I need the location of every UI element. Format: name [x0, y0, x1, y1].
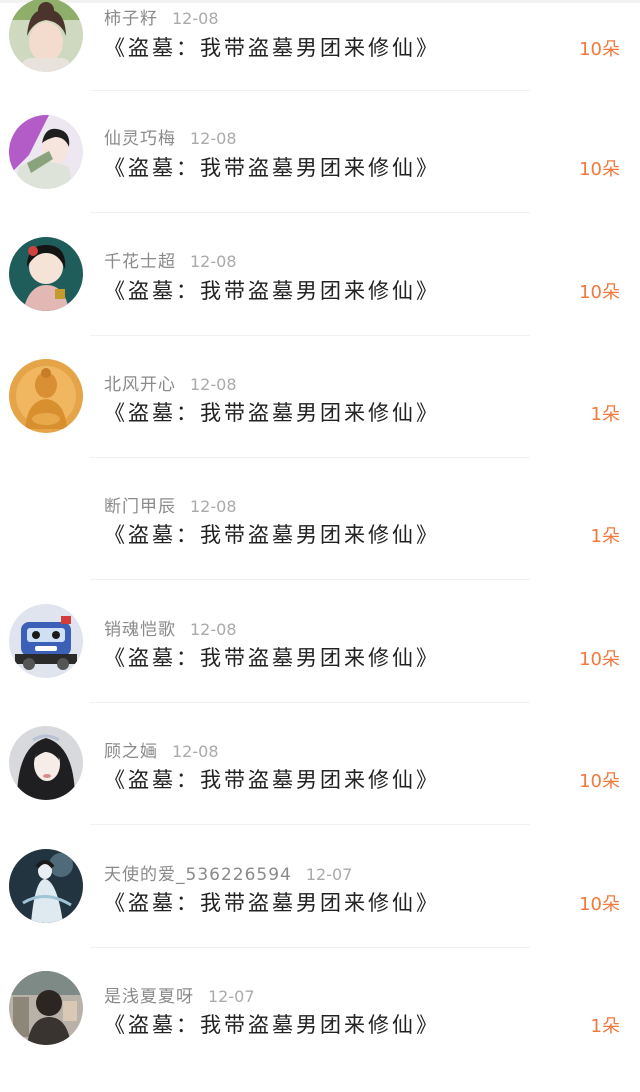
fairy-figure-icon [9, 849, 83, 923]
meta: 断门甲辰 12-08 [104, 492, 237, 517]
avatar[interactable] [9, 237, 83, 311]
date: 12-08 [172, 742, 219, 761]
meta: 顾之婳 12-08 [104, 737, 219, 762]
costume-woman-icon [9, 726, 83, 800]
divider [90, 579, 530, 580]
divider [90, 90, 530, 91]
avatar[interactable] [9, 359, 83, 433]
blank-avatar-icon [9, 481, 83, 555]
date: 12-08 [190, 375, 237, 394]
book-title[interactable]: 《盗墓：我带盗墓男团来修仙》 [104, 152, 440, 182]
gift-amount: 10朵 [579, 649, 620, 670]
divider [90, 824, 530, 825]
username[interactable]: 断门甲辰 [104, 497, 176, 517]
list-item[interactable]: 仙灵巧梅 12-08 《盗墓：我带盗墓男团来修仙》 10朵 [0, 113, 640, 235]
illustrated-woman-icon [9, 237, 83, 311]
username[interactable]: 是浅夏夏呀 [104, 987, 194, 1007]
list-item[interactable]: 柿子籽 12-08 《盗墓：我带盗墓男团来修仙》 10朵 [0, 0, 640, 113]
list-item[interactable]: 千花士超 12-08 《盗墓：我带盗墓男团来修仙》 10朵 [0, 236, 640, 358]
book-title[interactable]: 《盗墓：我带盗墓男团来修仙》 [104, 275, 440, 305]
gift-amount: 1朵 [590, 1016, 620, 1037]
avatar[interactable] [9, 726, 83, 800]
meta: 是浅夏夏呀 12-07 [104, 982, 255, 1007]
meta: 千花士超 12-08 [104, 247, 237, 272]
divider [90, 457, 530, 458]
avatar[interactable] [9, 849, 83, 923]
meta: 柿子籽 12-08 [104, 4, 219, 29]
meta: 天使的爱_536226594 12-07 [104, 860, 352, 885]
username[interactable]: 千花士超 [104, 252, 176, 272]
username[interactable]: 北风开心 [104, 375, 176, 395]
gift-amount: 1朵 [590, 526, 620, 547]
book-title[interactable]: 《盗墓：我带盗墓男团来修仙》 [104, 764, 440, 794]
date: 12-08 [190, 252, 237, 271]
list-item[interactable]: 断门甲辰 12-08 《盗墓：我带盗墓男团来修仙》 1朵 [0, 480, 640, 602]
meta: 仙灵巧梅 12-08 [104, 124, 237, 149]
gift-amount: 10朵 [579, 771, 620, 792]
book-title[interactable]: 《盗墓：我带盗墓男团来修仙》 [104, 519, 440, 549]
divider [90, 335, 530, 336]
list-item[interactable]: 北风开心 12-08 《盗墓：我带盗墓男团来修仙》 1朵 [0, 358, 640, 480]
gift-amount: 10朵 [579, 159, 620, 180]
list-item[interactable]: 顾之婳 12-08 《盗墓：我带盗墓男团来修仙》 10朵 [0, 725, 640, 847]
date: 12-07 [305, 865, 353, 884]
cartoon-car-icon [9, 604, 83, 678]
book-title[interactable]: 《盗墓：我带盗墓男团来修仙》 [104, 397, 440, 427]
gift-amount: 10朵 [579, 894, 620, 915]
divider [90, 947, 530, 948]
list-item[interactable]: 是浅夏夏呀 12-07 《盗墓：我带盗墓男团来修仙》 1朵 [0, 970, 640, 1092]
anime-couple-icon [9, 115, 83, 189]
date: 12-08 [190, 129, 237, 148]
girl-portrait-icon [9, 0, 83, 72]
photo-person-icon [9, 971, 83, 1045]
divider [90, 212, 530, 213]
gift-amount: 10朵 [579, 282, 620, 303]
book-title[interactable]: 《盗墓：我带盗墓男团来修仙》 [104, 1009, 440, 1039]
date: 12-08 [190, 620, 237, 639]
gift-amount: 1朵 [590, 404, 620, 425]
username[interactable]: 销魂恺歌 [104, 620, 176, 640]
buddha-statue-icon [9, 359, 83, 433]
avatar[interactable] [9, 481, 83, 555]
date: 12-07 [208, 987, 255, 1006]
list-item[interactable]: 销魂恺歌 12-08 《盗墓：我带盗墓男团来修仙》 10朵 [0, 603, 640, 725]
divider [90, 702, 530, 703]
meta: 北风开心 12-08 [104, 370, 237, 395]
avatar[interactable] [9, 971, 83, 1045]
gift-amount: 10朵 [579, 39, 620, 60]
username[interactable]: 顾之婳 [104, 742, 158, 762]
list-item[interactable]: 天使的爱_536226594 12-07 《盗墓：我带盗墓男团来修仙》 10朵 [0, 848, 640, 970]
book-title[interactable]: 《盗墓：我带盗墓男团来修仙》 [104, 642, 440, 672]
date: 12-08 [172, 9, 219, 28]
book-title[interactable]: 《盗墓：我带盗墓男团来修仙》 [104, 887, 440, 917]
username[interactable]: 仙灵巧梅 [104, 129, 176, 149]
username[interactable]: 柿子籽 [104, 9, 158, 29]
meta: 销魂恺歌 12-08 [104, 615, 237, 640]
avatar[interactable] [9, 115, 83, 189]
avatar[interactable] [9, 604, 83, 678]
date: 12-08 [190, 497, 237, 516]
avatar[interactable] [9, 0, 83, 72]
book-title[interactable]: 《盗墓：我带盗墓男团来修仙》 [104, 32, 440, 62]
username[interactable]: 天使的爱_536226594 [104, 865, 292, 885]
